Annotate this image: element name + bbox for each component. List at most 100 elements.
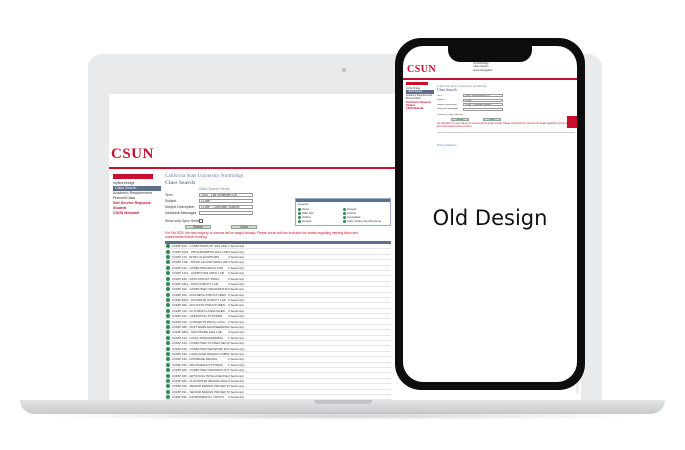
phone-clear-button[interactable]: Clear (483, 117, 501, 121)
course-name[interactable]: COMP 490 - SENIOR DESIGN PROJECT (172, 384, 228, 388)
open-status-icon (166, 395, 170, 400)
phone-divider (437, 132, 575, 133)
phone-page-title: Class Search (437, 88, 457, 92)
form-heading: Class Search Fields (199, 187, 230, 191)
form-field-select[interactable] (463, 107, 503, 111)
phone-search-button[interactable]: Search (451, 117, 469, 121)
section-count: 3 Section(s) (228, 314, 245, 319)
course-name[interactable]: COMP 424 - COMPUTER SYSTEM SECURITY (172, 341, 228, 345)
clear-button[interactable]: Clear (231, 224, 257, 229)
section-count: 4 Section(s) (228, 395, 245, 400)
open-status-icon (166, 314, 170, 319)
open-status-icon (166, 352, 170, 356)
section-count: 3 Section(s) (228, 254, 245, 259)
form-field-select[interactable]: COMP (463, 98, 503, 102)
course-name[interactable]: COMP 380 - SOFTWARE ENGINEERING (172, 325, 228, 329)
status-dot-icon (343, 219, 346, 223)
phone-sidebar: myNorthridge Class Search Academic Require… (406, 82, 434, 111)
section-count: 1 Section(s) (228, 368, 245, 373)
course-name[interactable]: COMP 410 - LOGIC PROGRAMMING (172, 336, 228, 340)
phone-red-corner (567, 116, 577, 128)
course-name[interactable]: COMP 110L - INTRO ALGORITHMS LAB (172, 260, 228, 264)
phone-sidebar-red-tab (406, 82, 428, 85)
course-name[interactable]: COMP 380L - SOFTWARE ENG LAB (172, 330, 228, 334)
open-status-icon (166, 378, 170, 383)
laptop-base-notch (314, 400, 372, 404)
open-status-icon (166, 373, 170, 378)
form-field-select[interactable]: COMP (199, 198, 253, 203)
phone-footer-link[interactable]: Privacy Statement (437, 144, 456, 147)
form-field-select[interactable]: COMP - Computer Science (463, 103, 503, 107)
section-count: 2 Section(s) (228, 341, 245, 346)
section-count: 3 Section(s) (228, 384, 245, 389)
phone-open-sections-label: Show only Open Sections (437, 113, 463, 116)
form-row: Term 2020 - Fall Semester (Dr) (437, 94, 577, 98)
section-count: 4 Section(s) (228, 249, 245, 254)
form-field-select[interactable] (199, 210, 253, 215)
covid-warning: For Fall 2020, the vast majority of cour… (165, 231, 358, 239)
course-name[interactable]: COMP 333 - CONCEPTS PROG LANG (172, 320, 228, 324)
section-count: 4 Section(s) (228, 281, 245, 286)
course-name[interactable]: COMP 256 - DISCRETE STRUCTURES (172, 293, 228, 297)
course-name[interactable]: COMP 100 - COMPUTERS MY DIG LIFE (172, 244, 228, 248)
course-name[interactable]: COMP 482 - ALGORITHM DESIGN ANALYS (172, 379, 228, 383)
csun-logo[interactable]: CSUN (111, 146, 154, 163)
phone-main-content: California State University, Northridge … (437, 84, 577, 129)
course-name[interactable]: COMP 256L - DISCRETE STRUCT LAB (172, 298, 228, 302)
phone-top-links: myNorthridge Class Search Quick Navigation (473, 62, 573, 72)
section-count: 3 Section(s) (228, 303, 245, 308)
section-count: 3 Section(s) (228, 357, 245, 362)
course-name[interactable]: COMP 429 - COMPUTER NETWORK SOFT (172, 347, 228, 351)
course-name[interactable]: COMP 100L - PROGRAMMING ENV LAB (172, 250, 228, 254)
course-name[interactable]: COMP 222 - COMPUTER ORGANIZATION (172, 287, 228, 291)
course-name[interactable]: COMP 465 - COMPUTER GRAPHICS SYS (172, 368, 228, 372)
open-status-icon (166, 330, 170, 335)
phone-open-sections-row: Show only Open Sections (437, 113, 577, 117)
course-name[interactable]: COMP 322 - OPERATING SYSTEMS (172, 314, 228, 318)
sidebar-item[interactable]: CSUN Webmail (406, 107, 434, 110)
open-status-icon (166, 335, 170, 340)
legend-label: Honors (302, 219, 312, 223)
course-name[interactable]: COMP 491 - SENIOR DESIGN PROJECT (172, 390, 228, 394)
course-name[interactable]: COMP 182 - DATA STRUCT PROG (172, 277, 228, 281)
open-status-icon (166, 276, 170, 281)
section-count: 2 Section(s) (228, 271, 245, 276)
course-name[interactable]: COMP 122L - COMPUTER ARCH LAB (172, 271, 228, 275)
open-status-icon (166, 249, 170, 254)
course-name[interactable]: COMP 440 - DATABASE DESIGN (172, 357, 228, 361)
sidebar-item[interactable]: CSUN Webmail (113, 211, 161, 216)
course-name[interactable]: COMP 430 - LANGUAGE DESIGN COMP (172, 352, 228, 356)
phone-form-buttons: Search Clear (451, 117, 577, 122)
section-count: 7 Section(s) (228, 244, 245, 249)
course-name[interactable]: COMP 182L - DATA STRUCT LAB (172, 282, 228, 286)
search-button[interactable]: Search (185, 224, 211, 229)
section-count: 5 Section(s) (228, 298, 245, 303)
form-field-label: Term (165, 192, 173, 197)
course-name[interactable]: COMP 282 - ADV DATA STRUCTURES (172, 303, 228, 307)
open-status-icon (166, 303, 170, 308)
course-name[interactable]: COMP 310 - AUTOMATA LANGUAGES (172, 309, 228, 313)
open-status-icon (166, 281, 170, 286)
course-name[interactable]: COMP 469 - ARTIFICIAL INTELLIGENCE (172, 374, 228, 378)
legend-label: Fully Online Synchronous (347, 219, 382, 223)
course-name[interactable]: COMP 122 - COMPUTER ARCH ASM (172, 266, 228, 270)
phone-search-form: Term 2020 - Fall Semester (Dr) Subject COMP… (437, 94, 577, 111)
legend-item: Honors (298, 219, 343, 223)
form-field-select[interactable]: 2020 - Fall Semester (Dr) (463, 94, 503, 98)
course-name[interactable]: COMP 496 - EXPERIMENTAL TOPICS (172, 395, 228, 399)
form-field-select[interactable]: COMP - Computer Science (199, 204, 253, 209)
section-count: 3 Section(s) (228, 287, 245, 292)
phone-csun-logo[interactable]: CSUN (407, 64, 436, 75)
form-field-label: Subject Description (165, 204, 195, 209)
open-status-icon (166, 389, 170, 394)
open-status-icon (166, 341, 170, 346)
course-name[interactable]: COMP 110 - INTRO ALGORITHMS (172, 255, 228, 259)
section-count: 3 Section(s) (228, 260, 245, 265)
form-field-label: Additional Messages (437, 108, 459, 111)
course-name[interactable]: COMP 450 - MULTIMEDIA SYSTEMS (172, 363, 228, 367)
open-sections-checkbox[interactable] (199, 218, 203, 223)
form-field-select[interactable]: 2020 - Fall Semester (Dr) (199, 192, 253, 197)
phone-top-link[interactable]: Quick Navigation (473, 69, 573, 72)
form-field-label: Subject Description (437, 103, 457, 106)
phone-covid-warning: For Fall 2020, the vast majority of cour… (437, 123, 572, 128)
